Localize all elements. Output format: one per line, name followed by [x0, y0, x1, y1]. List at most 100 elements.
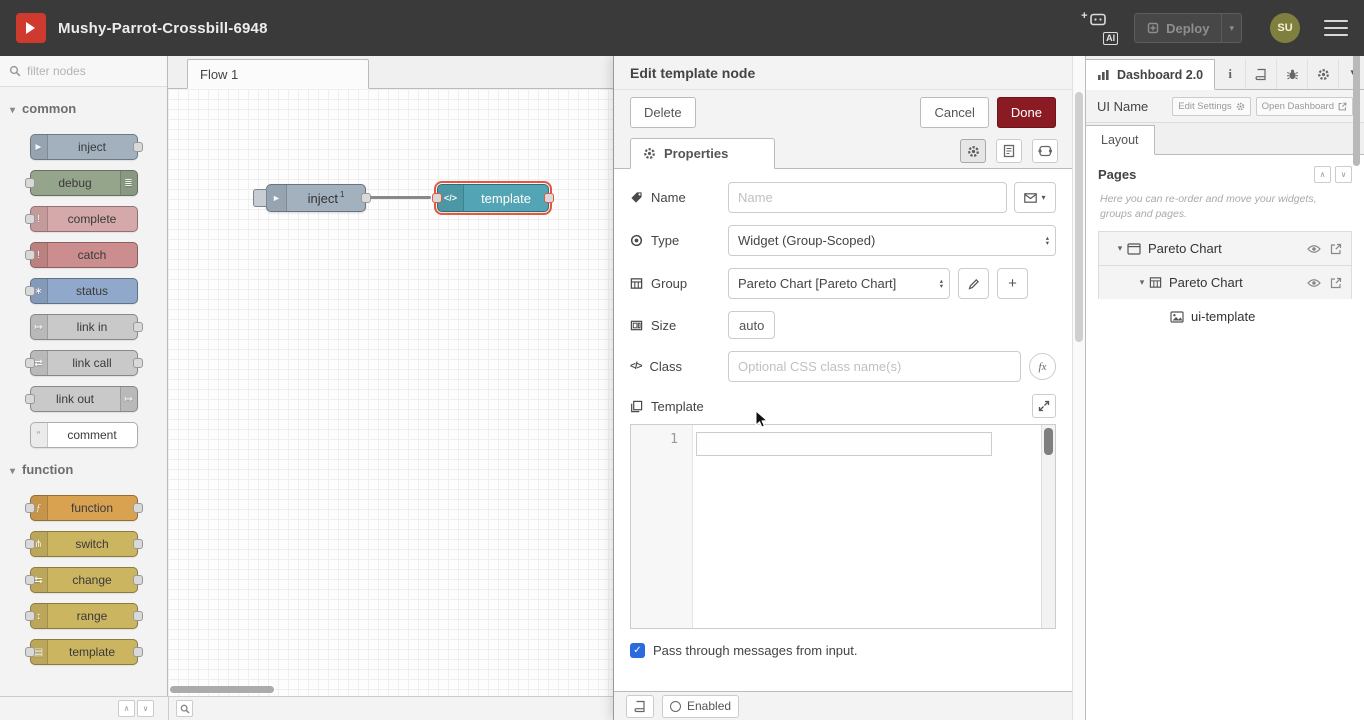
- tree-row-group[interactable]: ▾ Pareto Chart: [1098, 265, 1352, 300]
- search-flows-button[interactable]: [176, 700, 193, 717]
- output-port[interactable]: [133, 142, 143, 152]
- inject-trigger-button[interactable]: [253, 189, 267, 207]
- visibility-toggle[interactable]: [1307, 244, 1321, 254]
- editor-scrollbar-thumb[interactable]: [1044, 428, 1053, 455]
- editor-content[interactable]: [693, 425, 1041, 628]
- palette-node-link-call[interactable]: ⇄ link call: [30, 350, 138, 376]
- open-page-button[interactable]: [1330, 243, 1342, 255]
- palette-category-function[interactable]: ▾ function: [0, 448, 167, 485]
- input-port[interactable]: [25, 539, 35, 549]
- expand-editor-button[interactable]: [1032, 394, 1056, 418]
- tab-flow-1[interactable]: Flow 1: [187, 59, 369, 89]
- input-port[interactable]: [25, 575, 35, 585]
- input-port[interactable]: [25, 394, 35, 404]
- template-code-editor[interactable]: 1: [630, 424, 1056, 629]
- palette-node-template[interactable]: ▤ template: [30, 639, 138, 665]
- visibility-toggle[interactable]: [1307, 278, 1321, 288]
- input-port[interactable]: [25, 611, 35, 621]
- open-group-button[interactable]: [1330, 277, 1342, 289]
- tab-dashboard-2[interactable]: Dashboard 2.0: [1086, 59, 1215, 90]
- description-icon-button[interactable]: [996, 139, 1022, 163]
- user-avatar[interactable]: SU: [1270, 13, 1300, 43]
- output-port[interactable]: [133, 647, 143, 657]
- fx-button[interactable]: fx: [1029, 353, 1056, 380]
- tray-scrollbar-thumb[interactable]: [1075, 92, 1083, 342]
- output-port[interactable]: [133, 575, 143, 585]
- palette-expand-button[interactable]: ∨: [137, 700, 154, 717]
- output-port[interactable]: [544, 193, 554, 203]
- delete-button[interactable]: Delete: [630, 97, 696, 128]
- input-port[interactable]: [25, 358, 35, 368]
- input-port[interactable]: [25, 286, 35, 296]
- tree-row-widget[interactable]: ui-template: [1098, 299, 1352, 334]
- palette-node-link-in[interactable]: ↦ link in: [30, 314, 138, 340]
- horizontal-scrollbar[interactable]: [170, 686, 274, 693]
- input-port[interactable]: [25, 214, 35, 224]
- canvas-node-template[interactable]: </> template: [437, 184, 549, 212]
- input-port[interactable]: [25, 647, 35, 657]
- type-select[interactable]: Widget (Group-Scoped) ▴▾: [728, 225, 1056, 256]
- app-logo[interactable]: [16, 13, 46, 43]
- edit-group-button[interactable]: [958, 268, 989, 299]
- palette-collapse-button[interactable]: ∧: [118, 700, 135, 717]
- sparkle-icon: +: [1081, 10, 1087, 22]
- palette-node-complete[interactable]: ! complete: [30, 206, 138, 232]
- palette-category-common[interactable]: ▾ common: [0, 87, 167, 124]
- chevron-down-icon[interactable]: ▾: [1113, 243, 1127, 254]
- size-auto-button[interactable]: auto: [728, 311, 775, 339]
- passthrough-checkbox[interactable]: ✓: [630, 643, 645, 658]
- collapse-all-button[interactable]: ∧: [1314, 166, 1331, 183]
- output-port[interactable]: [133, 503, 143, 513]
- input-port[interactable]: [25, 250, 35, 260]
- expand-all-button[interactable]: ∨: [1335, 166, 1352, 183]
- palette-node-comment[interactable]: “ comment: [30, 422, 138, 448]
- palette-node-status[interactable]: ∗ status: [30, 278, 138, 304]
- tab-config-nodes[interactable]: [1308, 59, 1339, 89]
- main-menu-button[interactable]: [1324, 20, 1348, 36]
- edit-settings-button[interactable]: Edit Settings: [1172, 97, 1250, 116]
- palette-node-inject[interactable]: ► inject: [30, 134, 138, 160]
- tab-help[interactable]: [1246, 59, 1277, 89]
- palette-search-input[interactable]: [27, 64, 158, 78]
- editor-field-outline[interactable]: [696, 432, 992, 456]
- input-port[interactable]: [25, 503, 35, 513]
- palette-node-change[interactable]: ⇆ change: [30, 567, 138, 593]
- output-port[interactable]: [133, 322, 143, 332]
- tab-info[interactable]: i: [1215, 59, 1246, 89]
- palette-node-function[interactable]: ƒ function: [30, 495, 138, 521]
- group-select[interactable]: Pareto Chart [Pareto Chart] ▴▾: [728, 268, 950, 299]
- tray-scrollbar[interactable]: [1072, 56, 1085, 720]
- input-port[interactable]: [432, 193, 442, 203]
- chevron-down-icon[interactable]: ▾: [1135, 277, 1149, 288]
- name-input[interactable]: [728, 182, 1007, 213]
- output-port[interactable]: [133, 611, 143, 621]
- palette-node-link-out[interactable]: link out ↦: [30, 386, 138, 412]
- cancel-button[interactable]: Cancel: [920, 97, 988, 128]
- editor-scrollbar[interactable]: [1041, 425, 1055, 628]
- canvas-node-inject[interactable]: ► inject1: [266, 184, 366, 212]
- palette-node-range[interactable]: ↕ range: [30, 603, 138, 629]
- palette-node-debug[interactable]: debug ≣: [30, 170, 138, 196]
- output-port[interactable]: [133, 358, 143, 368]
- palette-node-catch[interactable]: ! catch: [30, 242, 138, 268]
- open-dashboard-button[interactable]: Open Dashboard: [1256, 97, 1353, 116]
- done-button[interactable]: Done: [997, 97, 1056, 128]
- name-label-options-button[interactable]: ▾: [1014, 182, 1056, 213]
- deploy-options-caret[interactable]: ▾: [1221, 14, 1241, 42]
- ai-assistant-button[interactable]: + AI: [1080, 11, 1118, 45]
- tab-properties[interactable]: Properties: [630, 138, 775, 169]
- node-help-button[interactable]: [626, 695, 654, 718]
- palette-node-switch[interactable]: ⋔ switch: [30, 531, 138, 557]
- class-input[interactable]: [728, 351, 1021, 382]
- tab-layout[interactable]: Layout: [1086, 125, 1155, 155]
- properties-icon-button[interactable]: [960, 139, 986, 163]
- tree-row-page[interactable]: ▾ Pareto Chart: [1098, 231, 1352, 266]
- enabled-toggle-button[interactable]: Enabled: [662, 695, 739, 718]
- output-port[interactable]: [133, 539, 143, 549]
- input-port[interactable]: [25, 178, 35, 188]
- wire[interactable]: [370, 196, 431, 199]
- appearance-icon-button[interactable]: [1032, 139, 1058, 163]
- tab-debug[interactable]: [1277, 59, 1308, 89]
- add-group-button[interactable]: +: [997, 268, 1028, 299]
- deploy-button[interactable]: Deploy ▾: [1134, 13, 1242, 43]
